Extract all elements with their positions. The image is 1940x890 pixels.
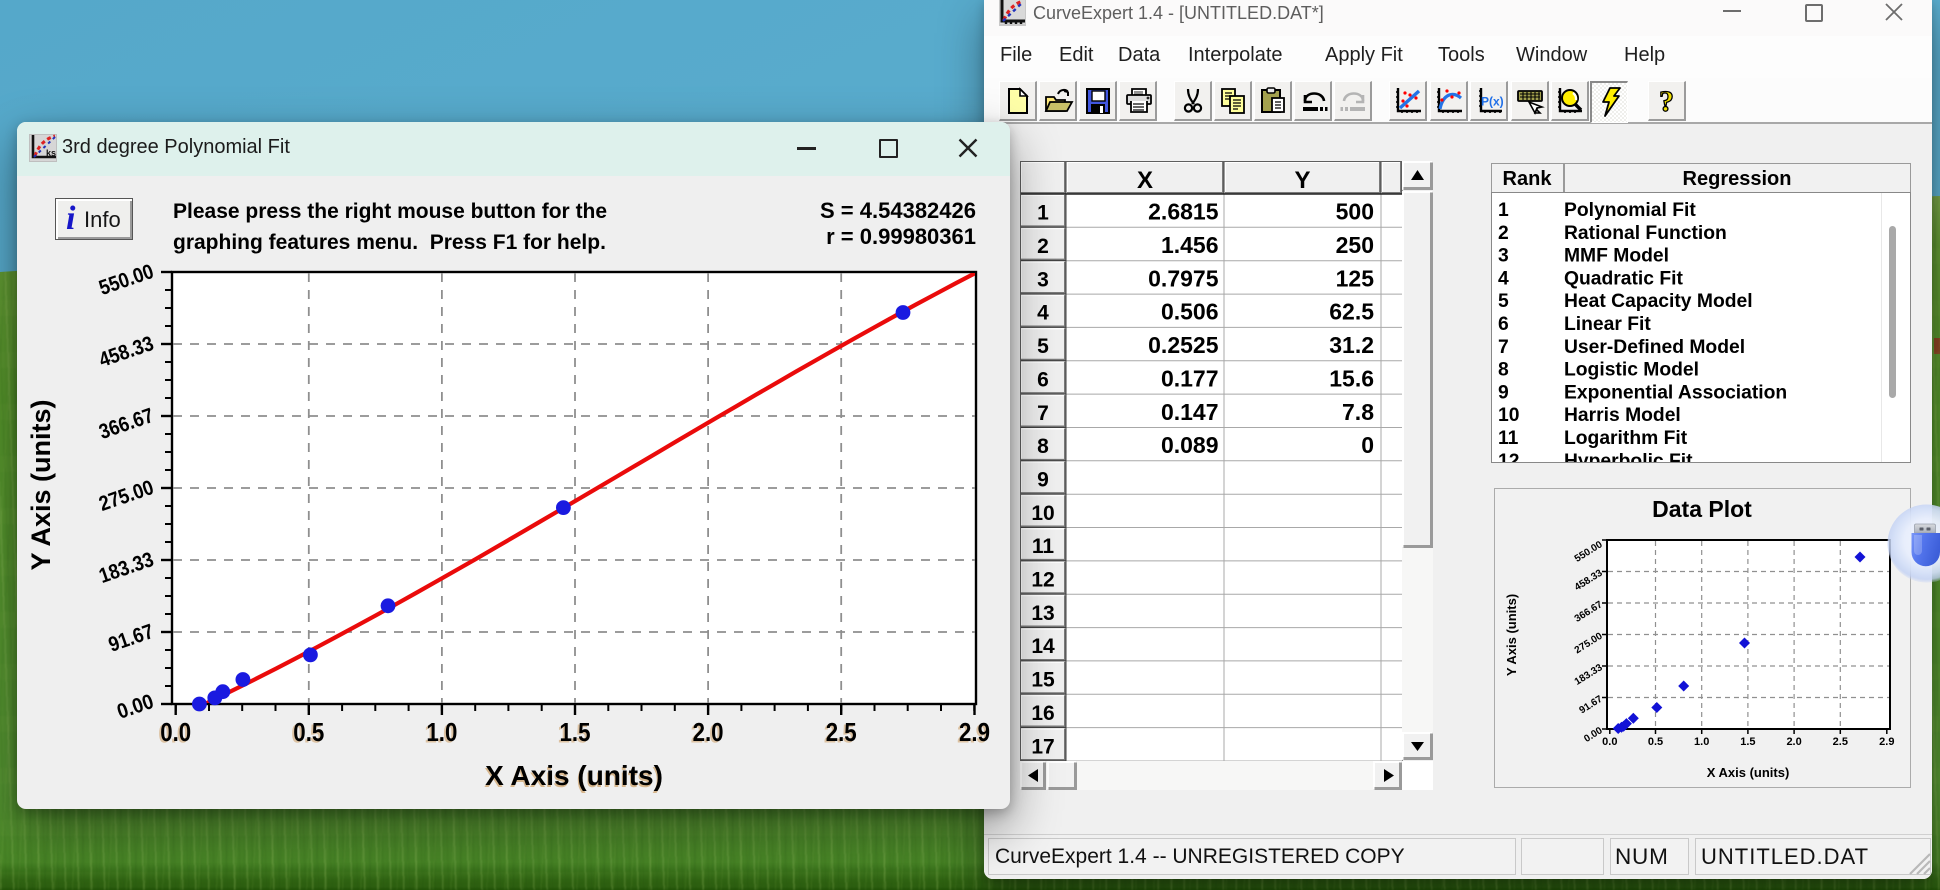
svg-text:2: 2 bbox=[1498, 223, 1509, 244]
svg-text:15: 15 bbox=[1031, 669, 1055, 692]
svg-text:Logistic Model: Logistic Model bbox=[1564, 360, 1699, 381]
svg-text:1.0: 1.0 bbox=[426, 717, 457, 747]
svg-text:12: 12 bbox=[1031, 569, 1054, 592]
svg-text:2.0: 2.0 bbox=[1786, 736, 1801, 748]
svg-text:1.0: 1.0 bbox=[1694, 736, 1709, 748]
svg-text:11: 11 bbox=[1032, 535, 1055, 558]
svg-text:X Axis (units): X Axis (units) bbox=[1707, 765, 1790, 780]
svg-text:P(x): P(x) bbox=[1481, 95, 1503, 109]
svg-text:Polynomial Fit: Polynomial Fit bbox=[1564, 200, 1696, 221]
svg-text:0.5: 0.5 bbox=[293, 717, 324, 747]
svg-text:13: 13 bbox=[1031, 602, 1054, 625]
svg-text:Rank: Rank bbox=[1503, 168, 1553, 190]
svg-text:9: 9 bbox=[1037, 469, 1049, 492]
svg-text:Exponential Association: Exponential Association bbox=[1564, 382, 1787, 403]
svg-text:2.5: 2.5 bbox=[826, 717, 857, 747]
svg-text:Data Plot: Data Plot bbox=[1652, 496, 1752, 522]
svg-text:10: 10 bbox=[1498, 405, 1519, 426]
svg-text:X Axis (units): X Axis (units) bbox=[485, 760, 663, 791]
svg-text:User-Defined Model: User-Defined Model bbox=[1564, 337, 1745, 358]
svg-text:3: 3 bbox=[1037, 268, 1049, 291]
svg-text:7: 7 bbox=[1498, 337, 1509, 358]
svg-text:1.5: 1.5 bbox=[1740, 736, 1755, 748]
svg-text:7.8: 7.8 bbox=[1342, 399, 1374, 425]
svg-text:458.33: 458.33 bbox=[96, 332, 156, 372]
svg-text:0.00: 0.00 bbox=[114, 690, 156, 724]
svg-text:16: 16 bbox=[1031, 702, 1054, 725]
svg-text:ks: ks bbox=[46, 148, 56, 158]
svg-text:2.0: 2.0 bbox=[693, 717, 724, 747]
svg-text:0: 0 bbox=[1361, 432, 1374, 458]
svg-text:Quadratic Fit: Quadratic Fit bbox=[1564, 268, 1683, 289]
svg-text:2.5: 2.5 bbox=[1833, 736, 1848, 748]
svg-text:7: 7 bbox=[1037, 402, 1049, 425]
svg-text:0.177: 0.177 bbox=[1161, 365, 1219, 391]
svg-text:?: ? bbox=[1659, 87, 1674, 115]
svg-text:0.0: 0.0 bbox=[1602, 736, 1617, 748]
svg-text:366.67: 366.67 bbox=[96, 404, 156, 444]
svg-text:0.147: 0.147 bbox=[1161, 399, 1219, 425]
svg-text:250: 250 bbox=[1336, 232, 1374, 258]
svg-text:550.00: 550.00 bbox=[96, 260, 156, 300]
svg-text:Y: Y bbox=[1294, 167, 1310, 194]
svg-text:0.2525: 0.2525 bbox=[1148, 332, 1219, 358]
svg-text:2.9: 2.9 bbox=[1879, 736, 1894, 748]
svg-text:6: 6 bbox=[1498, 314, 1509, 335]
svg-text:1: 1 bbox=[1498, 200, 1509, 221]
svg-text:17: 17 bbox=[1031, 735, 1054, 758]
svg-text:2: 2 bbox=[1037, 235, 1049, 258]
svg-text:2.6815: 2.6815 bbox=[1148, 199, 1219, 225]
svg-text:Regression: Regression bbox=[1683, 168, 1792, 190]
svg-text:Y Axis (units): Y Axis (units) bbox=[1504, 594, 1519, 676]
svg-text:5: 5 bbox=[1498, 291, 1509, 312]
svg-text:5: 5 bbox=[1037, 335, 1049, 358]
svg-text:Logarithm Fit: Logarithm Fit bbox=[1564, 428, 1688, 449]
svg-text:91.67: 91.67 bbox=[106, 620, 157, 657]
svg-text:Y Axis (units): Y Axis (units) bbox=[26, 399, 56, 570]
svg-text:1.456: 1.456 bbox=[1161, 232, 1219, 258]
svg-text:15.6: 15.6 bbox=[1329, 365, 1374, 391]
svg-text:9: 9 bbox=[1498, 382, 1509, 403]
svg-text:62.5: 62.5 bbox=[1329, 299, 1374, 325]
svg-text:Rational Function: Rational Function bbox=[1564, 223, 1727, 244]
svg-text:Linear Fit: Linear Fit bbox=[1564, 314, 1651, 335]
svg-text:12: 12 bbox=[1498, 451, 1519, 463]
svg-text:125: 125 bbox=[1336, 265, 1375, 291]
svg-text:0.506: 0.506 bbox=[1161, 299, 1219, 325]
svg-text:MMF Model: MMF Model bbox=[1564, 246, 1669, 267]
svg-text:11: 11 bbox=[1498, 428, 1519, 449]
svg-text:1: 1 bbox=[1037, 202, 1049, 225]
svg-text:275.00: 275.00 bbox=[96, 476, 156, 516]
svg-text:6: 6 bbox=[1037, 368, 1049, 391]
svg-text:183.33: 183.33 bbox=[96, 548, 156, 588]
svg-text:0.089: 0.089 bbox=[1161, 432, 1219, 458]
svg-text:4: 4 bbox=[1037, 302, 1049, 325]
svg-text:4: 4 bbox=[1498, 268, 1509, 289]
svg-text:2.9: 2.9 bbox=[959, 717, 990, 747]
svg-text:14: 14 bbox=[1031, 635, 1055, 658]
svg-text:1.5: 1.5 bbox=[560, 717, 591, 747]
svg-text:3: 3 bbox=[1498, 246, 1509, 267]
svg-text:0.5: 0.5 bbox=[1648, 736, 1663, 748]
svg-text:31.2: 31.2 bbox=[1329, 332, 1374, 358]
svg-text:10: 10 bbox=[1031, 502, 1054, 525]
svg-text:X: X bbox=[1137, 167, 1153, 194]
svg-text:Hyperbolic Fit: Hyperbolic Fit bbox=[1564, 451, 1693, 463]
svg-text:0.7975: 0.7975 bbox=[1148, 265, 1219, 291]
svg-text:Heat Capacity Model: Heat Capacity Model bbox=[1564, 291, 1753, 312]
svg-text:8: 8 bbox=[1498, 360, 1509, 381]
svg-text:0.0: 0.0 bbox=[160, 717, 191, 747]
svg-text:500: 500 bbox=[1336, 199, 1374, 225]
svg-text:8: 8 bbox=[1037, 435, 1049, 458]
svg-text:Harris Model: Harris Model bbox=[1564, 405, 1681, 426]
